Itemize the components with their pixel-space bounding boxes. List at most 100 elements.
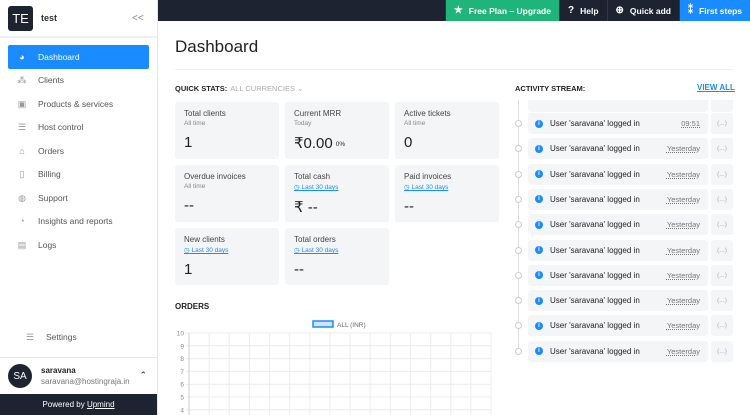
- activity-more-button[interactable]: (...): [711, 239, 733, 261]
- stat-period[interactable]: ◷ Last 30 days: [294, 246, 380, 254]
- stat-value: 0: [404, 134, 490, 151]
- stat-period-label: Last 30 days: [301, 184, 339, 191]
- activity-item: i User 'saravana' logged in Yesterday (...): [515, 239, 733, 261]
- user-menu[interactable]: SA saravana saravana@hostingraja.in ⌃: [0, 357, 157, 394]
- stat-value: 1: [184, 261, 270, 278]
- legend-swatch[interactable]: [312, 320, 334, 328]
- clock-icon: ◷: [294, 247, 300, 254]
- stat-card-active-tickets: Active tickets All time 0: [395, 102, 499, 159]
- sidebar-item-host-control[interactable]: ☰ Host control: [8, 116, 149, 140]
- quick-stats-header: QUICK STATS: ALL CURRENCIES ⌄: [175, 84, 303, 93]
- activity-more-button[interactable]: (...): [711, 188, 733, 210]
- sidebar-item-label: Billing: [38, 169, 61, 180]
- sidebar-item-dashboard[interactable]: ◕ Dashboard: [8, 45, 149, 69]
- stat-value-text: --: [184, 197, 194, 214]
- info-icon: i: [535, 119, 543, 128]
- activity-time: Yesterday: [666, 321, 700, 331]
- activity-item: i User 'saravana' logged in Yesterday (...): [515, 163, 733, 185]
- info-icon: i: [535, 347, 543, 356]
- gauge-icon: ◕: [19, 51, 25, 62]
- sidebar-item-label: Dashboard: [38, 51, 80, 62]
- timeline-dot: [515, 246, 522, 254]
- stat-title: Total orders: [294, 235, 336, 244]
- y-tick-label: 4: [180, 407, 184, 414]
- activity-more-button[interactable]: (...): [711, 163, 733, 185]
- activity-time: Yesterday: [666, 245, 700, 255]
- y-tick-label: 8: [180, 356, 184, 363]
- activity-more-button[interactable]: (...): [711, 315, 733, 337]
- powered-by: Powered by Upmind: [0, 394, 157, 415]
- stat-period: Today: [294, 120, 380, 127]
- workspace-header[interactable]: TE test <<: [0, 0, 157, 38]
- view-all-link[interactable]: VIEW ALL: [697, 83, 735, 92]
- stat-value-text: 1: [184, 134, 193, 151]
- stat-period[interactable]: ◷ Last 30 days: [184, 246, 270, 254]
- sidebar-item-label: Support: [38, 192, 68, 203]
- user-email: saravana@hostingraja.in: [41, 377, 130, 386]
- stat-period: All time: [404, 120, 490, 127]
- user-name: saravana: [41, 366, 76, 375]
- stat-title: Paid invoices: [404, 172, 452, 181]
- stat-value: ₹ --: [294, 198, 380, 216]
- stat-period: All time: [184, 183, 270, 190]
- activity-time: Yesterday: [666, 220, 700, 230]
- activity-entry: i User 'saravana' logged in Yesterday: [528, 239, 708, 261]
- activity-more-button[interactable]: (...): [711, 138, 733, 160]
- activity-time: Yesterday: [666, 270, 700, 280]
- y-tick-label: 6: [180, 382, 184, 389]
- activity-entry: i User 'saravana' logged in 09:51: [528, 113, 708, 134]
- stat-period-label: Last 30 days: [301, 247, 339, 254]
- question-icon: ?: [567, 5, 575, 16]
- sidebar-item-billing[interactable]: ▯ Billing: [8, 163, 149, 187]
- activity-entry: i User 'saravana' logged in Yesterday: [528, 214, 708, 236]
- activity-more-button[interactable]: (...): [711, 113, 733, 134]
- upmind-link[interactable]: Upmind: [87, 400, 115, 409]
- quick-stats-label: QUICK STATS:: [175, 84, 228, 93]
- stat-card-total-clients: Total clients All time 1: [175, 102, 279, 159]
- y-tick-label: 5: [180, 395, 184, 402]
- stat-card-total-orders: Total orders ◷ Last 30 days --: [285, 228, 389, 285]
- sidebar-item-insights-and-reports[interactable]: ◔ Insights and reports: [8, 210, 149, 234]
- legend-label: ALL (INR): [337, 322, 366, 329]
- activity-more-button[interactable]: (...): [711, 290, 733, 312]
- stat-value-text: --: [404, 198, 414, 215]
- sidebar-item-label: Products & services: [38, 98, 114, 109]
- stat-period[interactable]: ◷ Last 30 days: [404, 183, 490, 191]
- footsteps-icon: ⁑: [688, 5, 693, 16]
- sidebar-item-support[interactable]: ◍ Support: [8, 186, 149, 210]
- activity-more-button[interactable]: (...): [711, 264, 733, 286]
- box-icon: ▣: [17, 98, 27, 109]
- sidebar-item-settings[interactable]: ☰ Settings: [16, 325, 141, 348]
- stat-value: --: [404, 198, 490, 215]
- sidebar-item-products-services[interactable]: ▣ Products & services: [8, 92, 149, 116]
- stat-value: --: [184, 197, 270, 214]
- currency-dropdown[interactable]: ALL CURRENCIES ⌄: [230, 84, 303, 93]
- activity-text: User 'saravana' logged in: [550, 270, 640, 280]
- stat-title: Overdue invoices: [184, 172, 246, 181]
- sidebar-item-orders[interactable]: ⌂ Orders: [8, 139, 149, 163]
- stat-period: All time: [184, 120, 270, 127]
- activity-more-button[interactable]: (...): [711, 340, 733, 362]
- activity-text: User 'saravana' logged in: [550, 194, 640, 204]
- quick-add-button[interactable]: ⊕ Quick add: [606, 0, 679, 21]
- sidebar-item-clients[interactable]: ⁂ Clients: [8, 69, 149, 93]
- upgrade-button[interactable]: ★ Free Plan – Upgrade: [444, 0, 559, 21]
- stat-value-text: 0: [404, 134, 413, 151]
- info-icon: i: [535, 195, 543, 204]
- info-icon: i: [535, 144, 543, 153]
- activity-time: Yesterday: [666, 346, 700, 356]
- activity-stream-title: ACTIVITY STREAM:: [515, 84, 586, 93]
- activity-entry: i User 'saravana' logged in Yesterday: [528, 163, 708, 185]
- clipboard-icon: ▤: [17, 239, 27, 250]
- first-steps-button[interactable]: ⁑ First steps: [679, 0, 750, 21]
- collapse-sidebar-button[interactable]: <<: [132, 13, 144, 24]
- help-button[interactable]: ? Help: [558, 0, 607, 21]
- activity-text: User 'saravana' logged in: [550, 321, 640, 331]
- chevron-up-icon[interactable]: ⌃: [139, 370, 147, 381]
- stat-period-label: All time: [184, 120, 206, 127]
- sidebar-item-logs[interactable]: ▤ Logs: [8, 233, 149, 257]
- activity-more-button[interactable]: (...): [711, 214, 733, 236]
- first-steps-label: First steps: [699, 5, 742, 16]
- stat-period[interactable]: ◷ Last 30 days: [294, 183, 380, 191]
- clock-icon: ◷: [404, 184, 410, 191]
